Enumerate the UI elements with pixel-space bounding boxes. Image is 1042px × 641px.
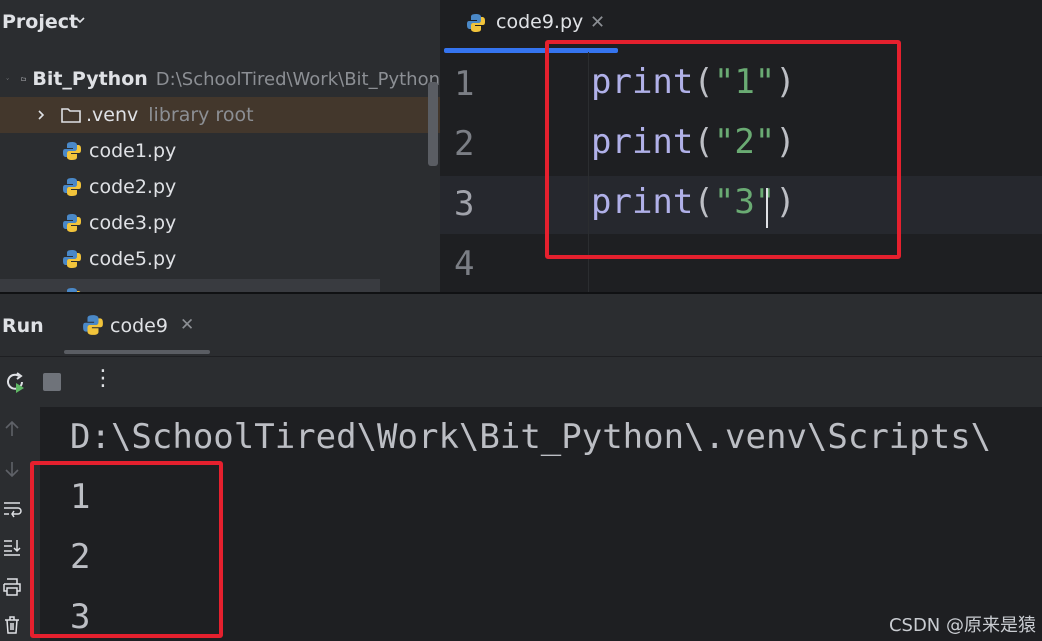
line-number: 2 <box>454 124 475 164</box>
close-icon[interactable]: ✕ <box>180 315 194 335</box>
run-tab-label[interactable]: code9 <box>110 315 168 337</box>
line-number: 1 <box>454 64 475 104</box>
scroll-to-end-icon[interactable] <box>2 537 22 557</box>
project-scrollbar[interactable] <box>428 82 438 166</box>
python-file-icon <box>63 250 81 268</box>
line-number: 4 <box>454 244 475 284</box>
python-file-icon <box>63 178 81 196</box>
venv-note: library root <box>148 104 254 126</box>
tree-item-file[interactable]: code5.py <box>0 241 440 277</box>
chevron-right-icon[interactable] <box>34 108 48 122</box>
close-icon[interactable]: ✕ <box>590 12 605 33</box>
tree-item-venv[interactable]: .venv library root <box>0 97 440 133</box>
file-name: code2.py <box>89 176 177 198</box>
python-file-icon <box>467 14 485 32</box>
tree-item-file[interactable]: code2.py <box>0 169 440 205</box>
project-title[interactable]: Project <box>2 11 78 33</box>
venv-label: .venv <box>86 104 139 126</box>
tree-item-partial[interactable] <box>0 279 380 292</box>
file-name: code3.py <box>89 212 177 234</box>
watermark: CSDN @原来是猿 <box>888 615 1036 636</box>
root-folder-name: Bit_Python <box>32 68 148 90</box>
root-folder-path: D:\SchoolTired\Work\Bit_Python <box>155 68 440 90</box>
print-icon[interactable] <box>2 577 22 597</box>
toolbar-separator <box>0 356 1042 357</box>
file-name: code1.py <box>89 140 177 162</box>
run-title: Run <box>2 315 44 337</box>
console-command-line: D:\SchoolTired\Work\Bit_Python\.venv\Scr… <box>70 417 992 457</box>
more-options-icon[interactable]: ⋮ <box>92 366 114 391</box>
line-number: 3 <box>454 184 475 224</box>
trash-icon[interactable] <box>2 615 22 635</box>
folder-icon <box>21 77 27 81</box>
tree-root-row[interactable]: Bit_Python D:\SchoolTired\Work\Bit_Pytho… <box>0 61 440 97</box>
project-panel: Project Bit_Python D:\SchoolTired\Work\B… <box>0 0 440 292</box>
rerun-icon[interactable] <box>4 370 28 394</box>
chevron-down-icon[interactable] <box>74 14 86 26</box>
active-tab-indicator <box>64 350 210 354</box>
folder-icon <box>61 108 81 123</box>
python-file-icon <box>83 315 103 335</box>
arrow-up-icon[interactable] <box>2 419 22 439</box>
python-file-icon <box>63 214 81 232</box>
tab-label: code9.py <box>496 11 584 33</box>
stop-icon[interactable] <box>43 373 61 391</box>
tree-item-file[interactable]: code1.py <box>0 133 440 169</box>
highlight-box-output <box>30 461 223 638</box>
python-file-icon <box>63 142 81 160</box>
tree-item-file[interactable]: code3.py <box>0 205 440 241</box>
file-name: code5.py <box>89 248 177 270</box>
soft-wrap-icon[interactable] <box>2 499 22 519</box>
highlight-box-code <box>545 40 901 259</box>
arrow-down-icon[interactable] <box>2 459 22 479</box>
chevron-down-icon[interactable] <box>6 72 9 86</box>
